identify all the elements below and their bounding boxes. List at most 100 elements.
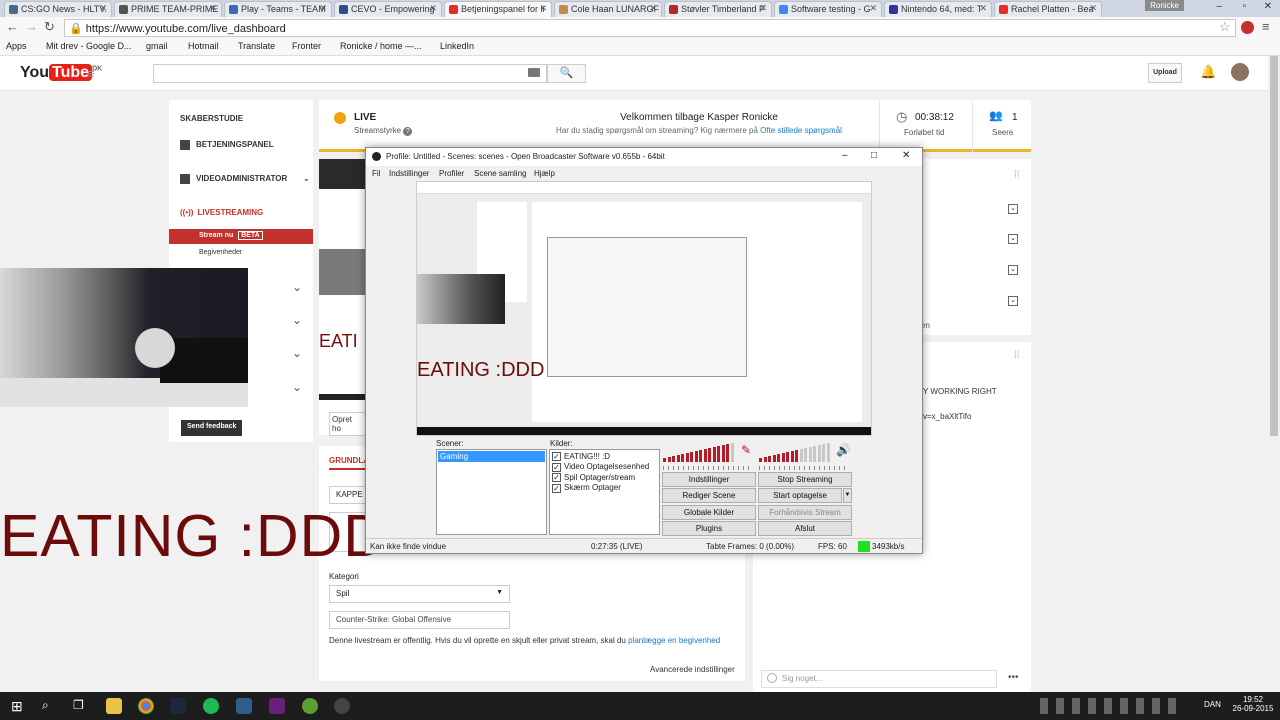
obs-menu-item[interactable]: Indstillinger	[389, 169, 429, 178]
browser-tab[interactable]: Rachel Platten - Bea ✕	[994, 1, 1102, 17]
search-input[interactable]	[153, 64, 547, 83]
start-recording-button[interactable]: Start optagelse	[758, 488, 842, 503]
expand-icon[interactable]: ⌄	[1008, 265, 1018, 275]
extension-icon[interactable]	[1241, 21, 1254, 34]
mic-volume-slider[interactable]	[663, 466, 749, 470]
help-icon[interactable]: ?	[403, 127, 413, 136]
global-sources-button[interactable]: Globale Kilder	[662, 505, 756, 520]
microphone-icon[interactable]: ✎	[741, 443, 751, 457]
guide-menu-icon[interactable]: ≡	[87, 66, 95, 81]
recording-dropdown-icon[interactable]: ▼	[843, 488, 852, 503]
bookmark-item[interactable]: Apps	[6, 41, 27, 51]
app-icon[interactable]	[302, 698, 318, 714]
sidebar-item-stream-now[interactable]: Stream nu BETA	[169, 229, 313, 244]
faq-link[interactable]: Ofte stillede spørgsmål	[760, 126, 842, 135]
scenes-list[interactable]: Gaming	[436, 449, 547, 535]
reload-icon[interactable]: ↻	[44, 19, 55, 35]
obs-menu-item[interactable]: Fil	[372, 169, 380, 178]
create-highlight-button[interactable]: Opret ho	[329, 412, 366, 436]
bookmark-item[interactable]: Fronter	[292, 41, 321, 51]
source-item[interactable]: ✓ EATING!!! :D	[552, 452, 657, 462]
browser-tab[interactable]: Play - Teams - TEAM ✕	[224, 1, 332, 17]
forward-icon[interactable]: →	[25, 19, 38, 34]
sidebar-item-events[interactable]: Begivenheder	[199, 249, 242, 256]
browser-tab[interactable]: Nintendo 64, med: T ✕	[884, 1, 992, 17]
bookmark-item[interactable]: LinkedIn	[440, 41, 474, 51]
chat-input[interactable]: Sig noget...	[761, 670, 997, 688]
menu-icon[interactable]: ≡	[1262, 19, 1270, 34]
tab-close-icon[interactable]: ✕	[979, 3, 987, 14]
obs-menu-item[interactable]: Profiler	[439, 169, 464, 178]
close-icon[interactable]: ✕	[902, 150, 910, 161]
desktop-volume-slider[interactable]	[759, 466, 845, 470]
tab-close-icon[interactable]: ✕	[869, 3, 877, 14]
search-button[interactable]: 🔍	[547, 64, 586, 83]
windows-start-icon[interactable]: ⊞	[11, 698, 23, 715]
tab-close-icon[interactable]: ✕	[649, 3, 657, 14]
minimize-icon[interactable]: –	[1216, 1, 1222, 12]
chevron-down-icon[interactable]: ⌄	[292, 280, 302, 294]
obs-taskbar-icon[interactable]	[334, 698, 350, 714]
browser-tab[interactable]: Cole Haan LUNARGF ✕	[554, 1, 662, 17]
source-checkbox[interactable]: ✓	[552, 452, 561, 462]
tab-close-icon[interactable]: ✕	[759, 3, 767, 14]
edit-scene-button[interactable]: Rediger Scene	[662, 488, 756, 503]
source-checkbox[interactable]: ✓	[552, 483, 561, 493]
chrome-icon[interactable]	[138, 698, 154, 714]
source-item[interactable]: ✓ Spil Optager/stream	[552, 473, 657, 483]
avatar[interactable]	[1231, 63, 1249, 81]
address-bar[interactable]: 🔒 https://www.youtube.com/live_dashboard	[64, 19, 1236, 37]
sidebar-item-livestreaming[interactable]: ((•)) LIVESTREAMING	[180, 208, 324, 217]
expand-icon[interactable]: ⌄	[1008, 234, 1018, 244]
plugins-button[interactable]: Plugins	[662, 521, 756, 536]
expand-icon[interactable]: ⌄	[1008, 204, 1018, 214]
tab-close-icon[interactable]: ✕	[209, 3, 217, 14]
search-icon[interactable]: ⌕	[42, 698, 49, 713]
minimize-icon[interactable]: –	[842, 150, 848, 161]
sidebar-item-video-manager[interactable]: VIDEOADMINISTRATOR ⌄	[180, 174, 324, 184]
advanced-settings-link[interactable]: Avancerede indstillinger	[650, 665, 735, 674]
language-indicator[interactable]: DAN	[1204, 700, 1221, 709]
source-item[interactable]: ✓ Video Optagelsesenhed	[552, 462, 657, 472]
source-item[interactable]: ✓ Skærm Optager	[552, 483, 657, 493]
maximize-icon[interactable]: ▫	[1242, 1, 1246, 12]
visual-studio-icon[interactable]	[269, 698, 285, 714]
send-feedback-button[interactable]: Send feedback	[181, 420, 243, 436]
star-icon[interactable]: ☆	[1219, 19, 1231, 35]
browser-tab[interactable]: CS:GO News - HLTV. ✕	[4, 1, 112, 17]
browser-tab[interactable]: Støvler Timberland F ✕	[664, 1, 772, 17]
source-checkbox[interactable]: ✓	[552, 473, 561, 483]
bookmark-item[interactable]: Ronicke / home —...	[340, 41, 422, 51]
upload-button[interactable]: Upload	[1148, 63, 1182, 83]
more-options-icon[interactable]: •••	[1008, 672, 1019, 683]
preview-stream-button[interactable]: Forhåndsvis Stream	[758, 505, 852, 520]
file-explorer-icon[interactable]	[106, 698, 122, 714]
scrollbar-thumb[interactable]	[1270, 56, 1278, 436]
obs-menu-item[interactable]: Hjælp	[534, 169, 555, 178]
sources-list[interactable]: ✓ EATING!!! :D ✓ Video Optagelsesenhed ✓ Spil…	[549, 449, 660, 535]
bookmark-item[interactable]: gmail	[146, 41, 168, 51]
profile-badge[interactable]: Ronicke	[1145, 0, 1184, 11]
system-tray-icons[interactable]	[1040, 698, 1180, 714]
tab-close-icon[interactable]: ✕	[539, 3, 547, 14]
tab-close-icon[interactable]: ✕	[1089, 3, 1097, 14]
bookmark-item[interactable]: Mit drev - Google D...	[46, 41, 132, 51]
drag-handle-icon[interactable]: ⁞⁞	[1014, 170, 1020, 181]
browser-tab[interactable]: Software testing - G ✕	[774, 1, 882, 17]
notifications-bell-icon[interactable]: 🔔	[1200, 64, 1216, 80]
browser-tab[interactable]: Betjeningspanel for li ✕	[444, 1, 552, 17]
plan-event-link[interactable]: planlægge en begivenhed	[628, 636, 720, 645]
steam-icon[interactable]	[170, 698, 186, 714]
spotify-icon[interactable]	[203, 698, 219, 714]
stop-streaming-button[interactable]: Stop Streaming	[758, 472, 852, 487]
chevron-down-icon[interactable]: ⌄	[292, 313, 302, 327]
tab-close-icon[interactable]: ✕	[99, 3, 107, 14]
scene-item[interactable]: Gaming	[438, 451, 545, 462]
bookmark-item[interactable]: Translate	[238, 41, 275, 51]
source-checkbox[interactable]: ✓	[552, 462, 561, 472]
drag-handle-icon[interactable]: ⁞⁞	[1014, 350, 1020, 361]
obs-menu-item[interactable]: Scene samling	[474, 169, 526, 178]
chevron-down-icon[interactable]: ⌄	[292, 346, 302, 360]
app-icon[interactable]	[236, 698, 252, 714]
category-select[interactable]: Spil ▼	[329, 585, 510, 603]
